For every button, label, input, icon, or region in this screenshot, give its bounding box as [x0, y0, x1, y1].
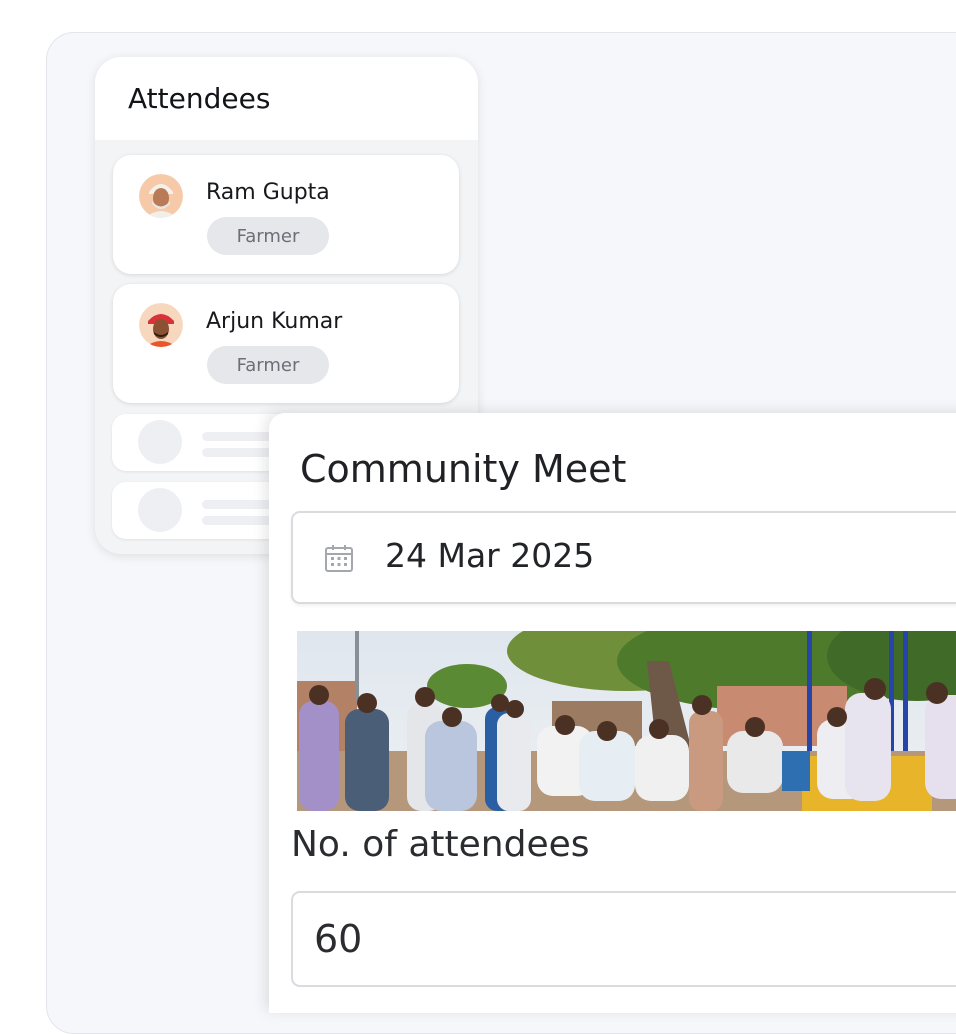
attendee-card-arjun-kumar[interactable]: Arjun Kumar Farmer — [113, 284, 459, 403]
attendee-card-ram-gupta[interactable]: Ram Gupta Farmer — [113, 155, 459, 274]
event-title: Community Meet — [300, 447, 627, 491]
event-form: Community Meet 24 Mar 2025 No. of attend… — [269, 413, 956, 1013]
avatar — [139, 174, 183, 218]
event-photo[interactable] — [297, 631, 956, 811]
attendee-count-label: No. of attendees — [291, 824, 590, 865]
role-badge: Farmer — [207, 217, 329, 255]
avatar — [139, 303, 183, 347]
date-value: 24 Mar 2025 — [385, 536, 595, 575]
date-field[interactable]: 24 Mar 2025 — [291, 511, 956, 604]
attendees-title: Attendees — [95, 57, 478, 140]
avatar-placeholder — [138, 420, 182, 464]
avatar-placeholder — [138, 488, 182, 532]
calendar-icon — [325, 545, 353, 572]
attendee-count-input[interactable]: 60 — [291, 891, 956, 987]
role-badge: Farmer — [207, 346, 329, 384]
attendee-name: Arjun Kumar — [206, 309, 343, 334]
attendee-count-value: 60 — [314, 917, 363, 961]
attendee-name: Ram Gupta — [206, 180, 330, 205]
